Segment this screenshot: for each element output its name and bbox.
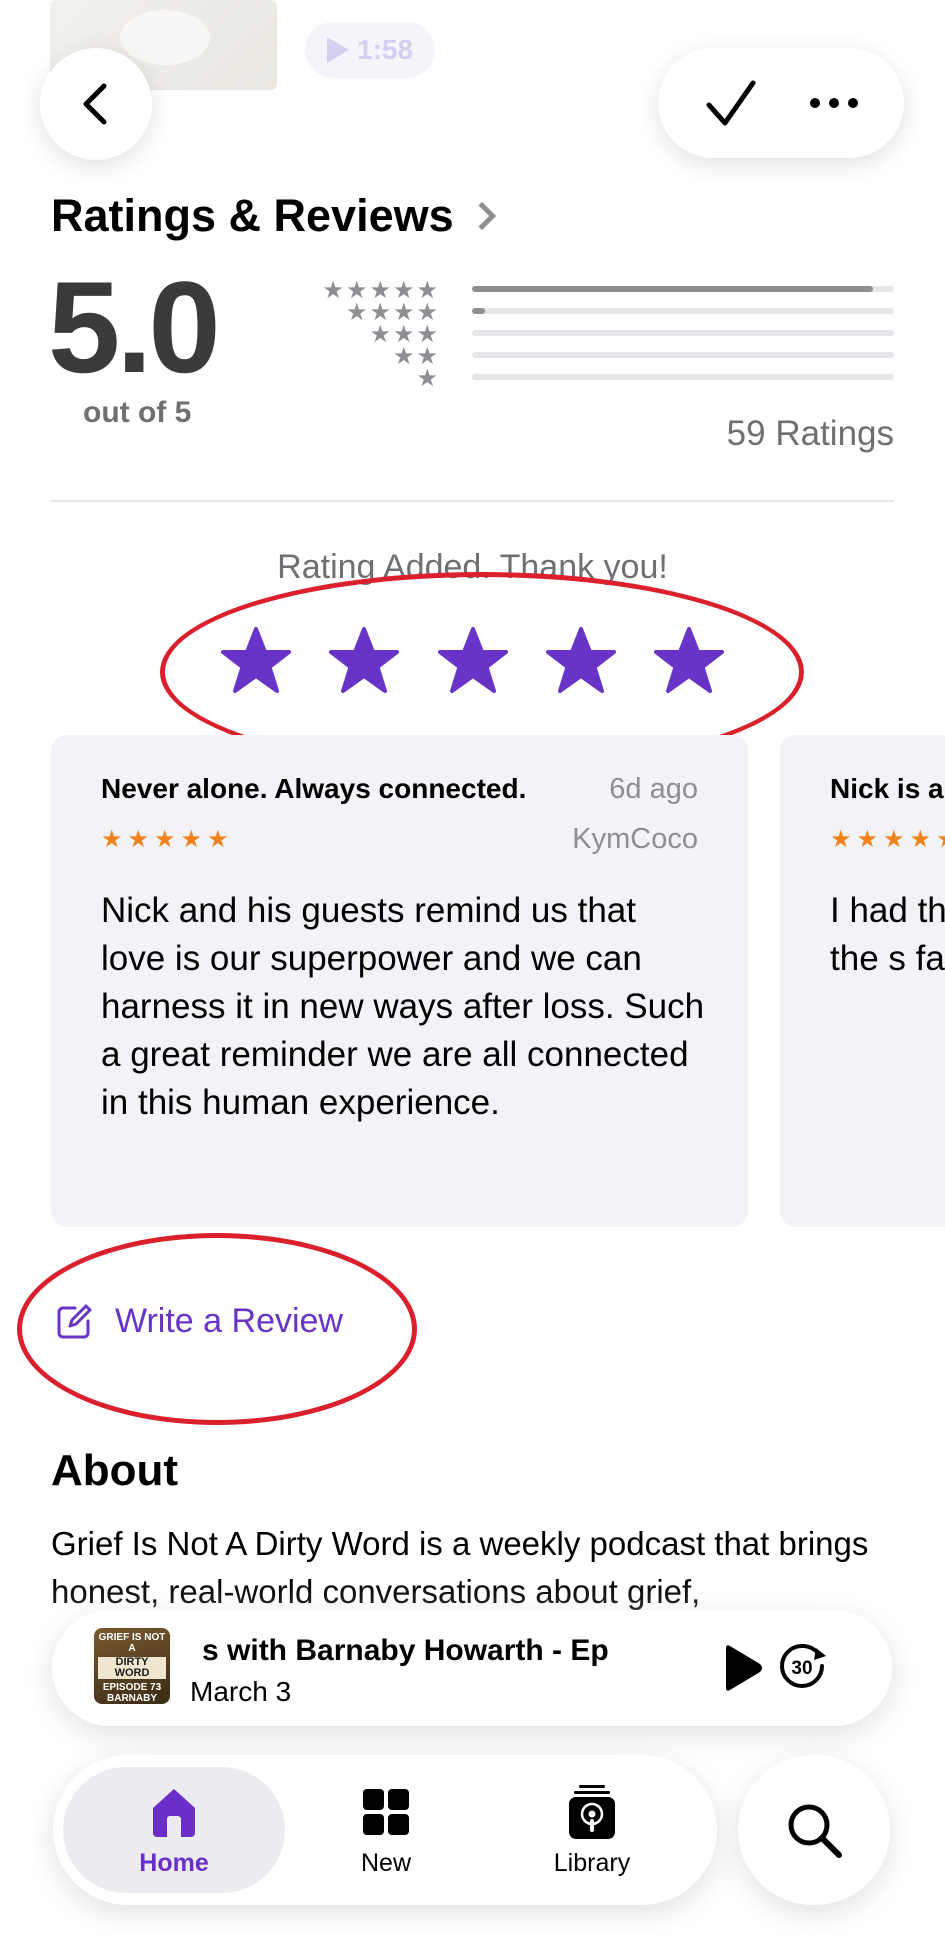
rating-bar-5 xyxy=(472,286,894,292)
out-of-label: out of 5 xyxy=(83,396,192,429)
tab-new[interactable]: New xyxy=(275,1767,497,1893)
now-playing-date: March 3 xyxy=(190,1676,292,1707)
rating-bar-3 xyxy=(472,330,894,336)
play-button[interactable] xyxy=(720,1644,764,1692)
review-title: Nick is a xyxy=(830,773,944,804)
tab-new-label: New xyxy=(360,1848,411,1877)
rating-bar-1 xyxy=(472,374,894,380)
review-title: Never alone. Always connected. xyxy=(101,773,527,804)
rating-bar-fill-4 xyxy=(472,308,485,314)
review-stars: ★★★★★ xyxy=(101,826,234,853)
rating-bar-4 xyxy=(472,308,894,314)
tab-bar: Home New Library xyxy=(53,1755,717,1905)
ratings-reviews-title: Ratings & Reviews xyxy=(51,190,454,241)
divider xyxy=(51,500,894,502)
about-title: About xyxy=(51,1446,179,1495)
duration-label: 1:58 xyxy=(357,34,414,65)
artwork-text-guest: BARNABY HOWARTH xyxy=(107,1693,157,1704)
play-icon xyxy=(327,37,349,63)
review-body: I had th podcas dive int of the s father… xyxy=(830,891,945,978)
checkmark-icon[interactable] xyxy=(703,77,759,129)
episode-play-duration[interactable]: 1:58 xyxy=(305,22,436,78)
grid-icon xyxy=(363,1788,409,1835)
now-playing-title: s with Barnaby Howarth - Ep xyxy=(202,1634,609,1667)
review-author: KymCoco xyxy=(572,823,698,855)
review-body: Nick and his guests remind us that love … xyxy=(101,891,705,1122)
review-card[interactable]: Never alone. Always connected. 6d ago ★★… xyxy=(51,735,748,1227)
skip-seconds-label: 30 xyxy=(791,1658,812,1679)
home-icon xyxy=(153,1788,195,1837)
library-icon xyxy=(569,1784,615,1839)
search-icon xyxy=(788,1804,842,1858)
review-date: 6d ago xyxy=(609,773,698,805)
review-stars: ★★★★★ xyxy=(830,826,945,853)
tab-home[interactable]: Home xyxy=(63,1767,285,1893)
more-icon[interactable] xyxy=(808,96,860,110)
mini-player[interactable]: GRIEF IS NOT A DIRTY WORD EPISODE 73 BAR… xyxy=(52,1610,892,1726)
artwork-text-episode: EPISODE 73 xyxy=(102,1682,162,1693)
artwork-text-top: GRIEF IS NOT A xyxy=(98,1632,166,1654)
chevron-right-icon xyxy=(467,201,496,231)
header-actions xyxy=(658,48,904,158)
average-score: 5.0 xyxy=(48,254,221,400)
rating-bar-fill-5 xyxy=(472,286,873,292)
tab-library-label: Library xyxy=(553,1848,631,1877)
rating-distribution xyxy=(472,286,894,396)
tab-library[interactable]: Library xyxy=(481,1767,703,1893)
annotation-circle-write-review xyxy=(17,1233,417,1425)
search-button[interactable] xyxy=(738,1755,890,1905)
skip-forward-30-button[interactable]: 30 xyxy=(774,1638,830,1694)
ratings-count: 59 Ratings xyxy=(726,414,894,453)
podcast-page: 1:58 Ratings & Reviews 5.0 out of 5 ★★★★… xyxy=(0,0,945,1960)
artwork-text-title: DIRTY WORD xyxy=(98,1657,166,1679)
podcast-artwork: GRIEF IS NOT A DIRTY WORD EPISODE 73 BAR… xyxy=(94,1628,170,1704)
chevron-left-icon xyxy=(83,83,107,125)
tab-home-label: Home xyxy=(139,1848,209,1877)
rating-bar-2 xyxy=(472,352,894,358)
ratings-reviews-header[interactable]: Ratings & Reviews xyxy=(51,190,496,242)
review-card[interactable]: Nick is a ★★★★★ I had th podcas dive int… xyxy=(780,735,945,1227)
back-button[interactable] xyxy=(40,48,152,160)
star-level-labels: ★★★★★ ★★★★ ★★★ ★★ ★ xyxy=(310,279,440,392)
star-row-1: ★ xyxy=(416,365,440,392)
